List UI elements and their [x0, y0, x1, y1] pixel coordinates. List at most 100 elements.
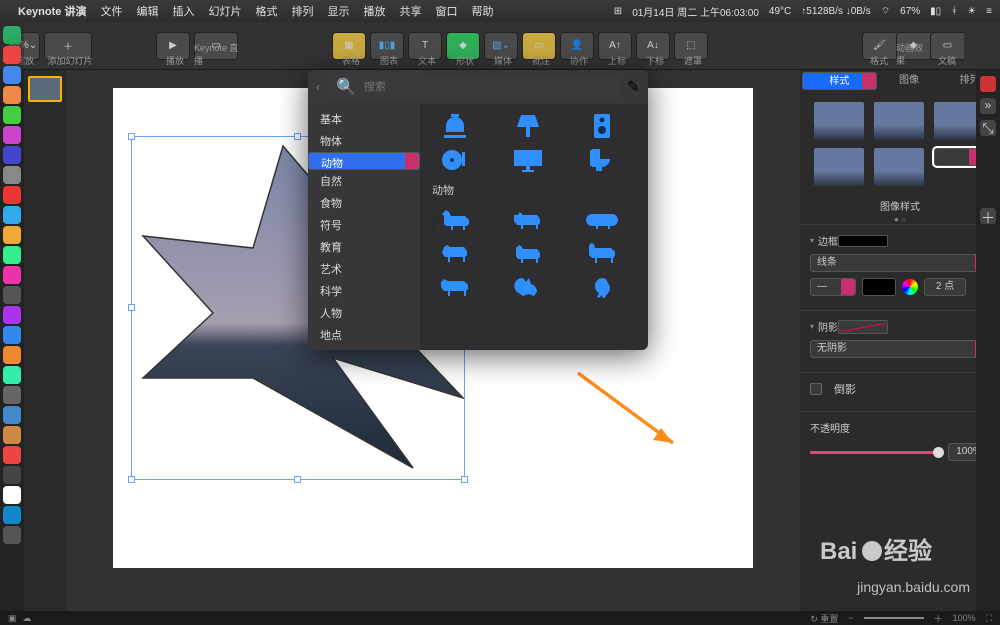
dock-app-icon[interactable]: [3, 406, 21, 424]
menu-edit[interactable]: 编辑: [136, 3, 158, 19]
dock-app-icon[interactable]: [3, 526, 21, 544]
inspector-tab-style[interactable]: 样式: [802, 72, 877, 90]
shape-donkey-icon[interactable]: [585, 240, 619, 268]
cat-objects[interactable]: 物体: [308, 130, 420, 152]
slide-navigator[interactable]: [24, 70, 66, 611]
cat-activities[interactable]: 活动: [308, 346, 420, 350]
reflection-checkbox[interactable]: [810, 383, 822, 395]
border-type-select[interactable]: 线条: [810, 254, 990, 272]
shape-cow-icon[interactable]: [511, 206, 545, 234]
resize-handle[interactable]: [128, 476, 135, 483]
color-picker-icon[interactable]: [902, 279, 918, 295]
resize-handle[interactable]: [294, 133, 301, 140]
menu-view[interactable]: 显示: [327, 3, 349, 19]
border-width-stepper[interactable]: 2 点: [924, 278, 966, 296]
style-preset[interactable]: [874, 148, 924, 186]
dock-app-icon[interactable]: [3, 366, 21, 384]
style-preset[interactable]: [814, 102, 864, 140]
dock-app-icon[interactable]: [3, 306, 21, 324]
menu-play[interactable]: 播放: [363, 3, 385, 19]
menu-arrange[interactable]: 排列: [291, 3, 313, 19]
shape-monitor-icon[interactable]: [511, 146, 545, 174]
dock-app-icon[interactable]: [3, 446, 21, 464]
shape-lamp-icon[interactable]: [511, 112, 545, 140]
cat-arts[interactable]: 艺术: [308, 258, 420, 280]
dock-app-icon[interactable]: [3, 226, 21, 244]
cat-food[interactable]: 食物: [308, 192, 420, 214]
dock-app-icon[interactable]: [3, 46, 21, 64]
dock-app-icon[interactable]: [3, 286, 21, 304]
spotlight-icon[interactable]: ☀: [967, 6, 976, 17]
menu-insert[interactable]: 插入: [172, 3, 194, 19]
shape-sheep-icon[interactable]: [438, 240, 472, 268]
status-icon[interactable]: ▣: [8, 613, 17, 624]
shape-rabbit-icon[interactable]: [511, 274, 545, 302]
menu-window[interactable]: 窗口: [435, 3, 457, 19]
style-preset[interactable]: [814, 148, 864, 186]
menu-icon[interactable]: ≡: [986, 6, 992, 17]
shape-turntable-icon[interactable]: [438, 146, 472, 174]
dock-app-icon[interactable]: [3, 86, 21, 104]
cat-basic[interactable]: 基本: [308, 108, 420, 130]
line-style-select[interactable]: —: [810, 278, 856, 296]
menu-slide[interactable]: 幻灯片: [208, 3, 241, 19]
reset-button[interactable]: ↻ 重置: [810, 612, 838, 625]
cat-places[interactable]: 地点: [308, 324, 420, 346]
shape-bull-icon[interactable]: [438, 274, 472, 302]
dock-app-icon[interactable]: [3, 66, 21, 84]
dock-app-icon[interactable]: [3, 466, 21, 484]
dock-app-icon[interactable]: [3, 186, 21, 204]
slide-thumbnail[interactable]: [28, 76, 62, 102]
shape-alarm-icon[interactable]: [438, 112, 472, 140]
dock-app-icon[interactable]: [3, 146, 21, 164]
shape-horse-icon[interactable]: [438, 206, 472, 234]
status-icon[interactable]: ⊞: [614, 6, 622, 17]
sidebar-icon[interactable]: ⤡: [980, 120, 996, 136]
dock-app-icon[interactable]: [3, 246, 21, 264]
opacity-slider[interactable]: [810, 451, 942, 454]
border-section[interactable]: 边框: [810, 233, 990, 248]
shadow-select[interactable]: 无阴影: [810, 340, 990, 358]
resize-handle[interactable]: [294, 476, 301, 483]
menu-share[interactable]: 共享: [399, 3, 421, 19]
page-dots[interactable]: ● ○: [800, 215, 1000, 224]
dock-app-icon[interactable]: [3, 206, 21, 224]
menu-file[interactable]: 文件: [100, 3, 122, 19]
cat-symbols[interactable]: 符号: [308, 214, 420, 236]
shadow-section[interactable]: 阴影: [810, 319, 990, 334]
menu-format[interactable]: 格式: [255, 3, 277, 19]
dock-finder-icon[interactable]: [3, 26, 21, 44]
shape-pig-icon[interactable]: [585, 206, 619, 234]
cat-science[interactable]: 科学: [308, 280, 420, 302]
resize-handle[interactable]: [461, 476, 468, 483]
app-name[interactable]: Keynote 讲演: [18, 3, 86, 19]
cat-nature[interactable]: 自然: [308, 170, 420, 192]
sidebar-add-icon[interactable]: ＋: [980, 208, 996, 224]
edit-icon[interactable]: ✎: [627, 77, 640, 97]
shape-goat-icon[interactable]: [511, 240, 545, 268]
dock-app-icon[interactable]: [3, 266, 21, 284]
sidebar-icon[interactable]: »: [980, 98, 996, 114]
cat-people[interactable]: 人物: [308, 302, 420, 324]
border-color-well[interactable]: [862, 278, 896, 296]
dock-app-icon[interactable]: [3, 106, 21, 124]
cat-education[interactable]: 教育: [308, 236, 420, 258]
prev-icon[interactable]: ‹: [316, 80, 320, 94]
expand-icon[interactable]: ⛶: [986, 613, 992, 624]
dock-app-icon[interactable]: [3, 386, 21, 404]
shape-chicken-icon[interactable]: [585, 274, 619, 302]
wifi-icon[interactable]: ⌔: [881, 5, 890, 18]
inspector-tab-image[interactable]: 图像: [879, 70, 940, 92]
zoom-in-icon[interactable]: ＋: [934, 612, 943, 625]
shape-speaker-icon[interactable]: [585, 112, 619, 140]
menu-help[interactable]: 帮助: [471, 3, 493, 19]
dock-app-icon[interactable]: [3, 426, 21, 444]
resize-handle[interactable]: [128, 133, 135, 140]
sidebar-icon[interactable]: [980, 76, 996, 92]
dock-app-icon[interactable]: [3, 506, 21, 524]
dock-app-icon[interactable]: [3, 486, 21, 504]
resize-handle[interactable]: [128, 304, 135, 311]
zoom-out-icon[interactable]: −: [848, 613, 853, 623]
status-icon[interactable]: ☁: [23, 613, 32, 624]
dock-app-icon[interactable]: [3, 326, 21, 344]
